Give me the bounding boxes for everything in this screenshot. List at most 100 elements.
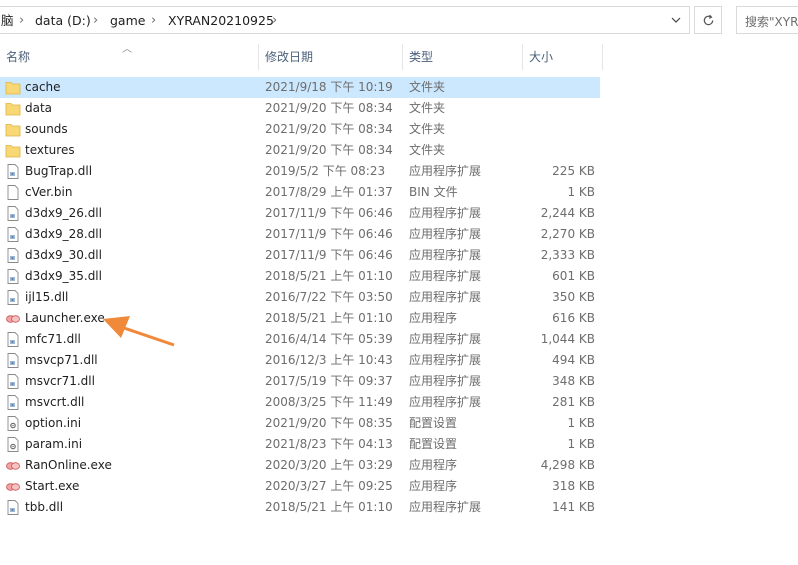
file-name: RanOnline.exe [25,458,112,472]
file-name: tbb.dll [25,500,64,514]
file-row-launcher-exe[interactable]: Launcher.exe 2018/5/21 上午 01:10 应用程序 616 KB [0,308,600,329]
file-date: 2018/5/21 上午 01:10 [265,269,393,283]
file-row-tbb-dll[interactable]: tbb.dll 2018/5/21 上午 01:10 应用程序扩展 141 KB [0,497,600,518]
file-date: 2021/9/20 下午 08:35 [265,416,393,430]
file-row-data[interactable]: data 2021/9/20 下午 08:34 文件夹 [0,98,600,119]
refresh-button[interactable] [694,6,722,34]
exe-app-icon [5,478,21,495]
file-type: 配置设置 [409,437,458,451]
ini-file-icon [5,415,21,432]
file-date: 2020/3/20 上午 03:29 [265,458,393,472]
file-date: 2017/11/9 下午 06:46 [265,227,393,241]
column-header-name[interactable]: 名称 [6,44,30,70]
column-divider[interactable] [602,44,603,70]
file-row-mfc71-dll[interactable]: mfc71.dll 2016/4/14 下午 05:39 应用程序扩展 1,044 K… [0,329,600,350]
file-type: 配置设置 [409,416,458,430]
dll-file-icon [5,268,21,285]
file-type: 文件夹 [409,143,446,157]
file-name: msvcrt.dll [25,395,85,409]
file-size: 601 KB [552,269,595,283]
file-name: msvcr71.dll [25,374,95,388]
column-header-row: ︿ 名称 修改日期 类型 大小 [0,44,798,70]
dll-file-icon [5,499,21,516]
column-divider[interactable] [522,44,523,70]
file-size: 350 KB [552,290,595,304]
file-row-start-exe[interactable]: Start.exe 2020/3/27 上午 09:25 应用程序 318 KB [0,476,600,497]
file-size: 2,333 KB [540,248,595,262]
file-date: 2021/9/20 下午 08:34 [265,101,393,115]
address-bar[interactable]: 脑 › data (D:) › game › XYRAN20210925 › [0,6,690,34]
column-divider[interactable] [258,44,259,70]
file-row-option-ini[interactable]: option.ini 2021/9/20 下午 08:35 配置设置 1 KB [0,413,600,434]
file-type: 应用程序扩展 [409,332,482,346]
file-type: 应用程序扩展 [409,290,482,304]
file-row-cver-bin[interactable]: cVer.bin 2017/8/29 上午 01:37 BIN 文件 1 KB [0,182,600,203]
dll-file-icon [5,163,21,180]
breadcrumb-item-drive[interactable]: data (D:) [35,13,91,29]
file-date: 2020/3/27 上午 09:25 [265,479,393,493]
file-icon [5,184,21,201]
dll-file-icon [5,247,21,264]
file-row-d3dx9-35-dll[interactable]: d3dx9_35.dll 2018/5/21 上午 01:10 应用程序扩展 601 … [0,266,600,287]
file-size: 616 KB [552,311,595,325]
breadcrumb-chevron-icon[interactable]: › [272,13,277,29]
file-date: 2021/9/20 下午 08:34 [265,122,393,136]
breadcrumb-item-current[interactable]: XYRAN20210925 [168,13,274,29]
column-divider[interactable] [402,44,403,70]
column-header-type[interactable]: 类型 [409,44,433,70]
file-row-d3dx9-28-dll[interactable]: d3dx9_28.dll 2017/11/9 下午 06:46 应用程序扩展 2,27… [0,224,600,245]
file-row-textures[interactable]: textures 2021/9/20 下午 08:34 文件夹 [0,140,600,161]
address-bar-area: 脑 › data (D:) › game › XYRAN20210925 › 搜… [0,0,798,44]
file-name: param.ini [25,437,83,451]
file-row-bugtrap-dll[interactable]: BugTrap.dll 2019/5/2 下午 08:23 应用程序扩展 225 KB [0,161,600,182]
file-size: 281 KB [552,395,595,409]
folder-icon [5,142,21,159]
dll-file-icon [5,394,21,411]
file-size: 1 KB [567,437,595,451]
chevron-down-icon [671,17,681,23]
breadcrumb-chevron-icon[interactable]: › [19,13,24,29]
file-row-msvcrt-dll[interactable]: msvcrt.dll 2008/3/25 下午 11:49 应用程序扩展 281 KB [0,392,600,413]
file-row-d3dx9-26-dll[interactable]: d3dx9_26.dll 2017/11/9 下午 06:46 应用程序扩展 2,24… [0,203,600,224]
dll-file-icon [5,226,21,243]
refresh-icon [703,14,713,25]
file-type: 应用程序扩展 [409,206,482,220]
file-row-d3dx9-30-dll[interactable]: d3dx9_30.dll 2017/11/9 下午 06:46 应用程序扩展 2,33… [0,245,600,266]
address-history-button[interactable] [663,7,689,33]
file-size: 141 KB [552,500,595,514]
file-type: 应用程序扩展 [409,500,482,514]
file-size: 4,298 KB [540,458,595,472]
column-header-size[interactable]: 大小 [529,44,553,70]
file-size: 2,270 KB [540,227,595,241]
file-date: 2018/5/21 上午 01:10 [265,311,393,325]
file-row-ijl15-dll[interactable]: ijl15.dll 2016/7/22 下午 03:50 应用程序扩展 350 KB [0,287,600,308]
folder-icon [5,100,21,117]
file-row-ranonline-exe[interactable]: RanOnline.exe 2020/3/20 上午 03:29 应用程序 4,298… [0,455,600,476]
file-type: 文件夹 [409,101,446,115]
file-name: d3dx9_26.dll [25,206,102,220]
file-type: 应用程序扩展 [409,269,482,283]
file-row-cache[interactable]: cache 2021/9/18 下午 10:19 文件夹 [0,77,600,98]
file-row-msvcr71-dll[interactable]: msvcr71.dll 2017/5/19 下午 09:37 应用程序扩展 348 K… [0,371,600,392]
file-row-param-ini[interactable]: param.ini 2021/8/23 下午 04:13 配置设置 1 KB [0,434,600,455]
column-header-date[interactable]: 修改日期 [265,44,313,70]
breadcrumb-item-game[interactable]: game [110,13,145,29]
file-type: 应用程序扩展 [409,374,482,388]
file-type: 应用程序 [409,458,458,472]
file-date: 2021/9/18 下午 10:19 [265,80,393,94]
file-type: 应用程序 [409,311,458,325]
breadcrumb-chevron-icon[interactable]: › [151,13,156,29]
file-type: 应用程序扩展 [409,248,482,262]
exe-app-icon [5,310,21,327]
dll-file-icon [5,331,21,348]
file-row-sounds[interactable]: sounds 2021/9/20 下午 08:34 文件夹 [0,119,600,140]
breadcrumb-chevron-icon[interactable]: › [93,13,98,29]
file-date: 2017/11/9 下午 06:46 [265,248,393,262]
breadcrumb-item-root[interactable]: 脑 [1,13,14,29]
file-name: textures [25,143,75,157]
file-row-msvcp71-dll[interactable]: msvcp71.dll 2016/12/3 上午 10:43 应用程序扩展 494 K… [0,350,600,371]
file-type: 应用程序扩展 [409,353,482,367]
file-name: Launcher.exe [25,311,105,325]
file-name: sounds [25,122,68,136]
search-input[interactable]: 搜索"XYRAN20210925" [736,6,798,34]
